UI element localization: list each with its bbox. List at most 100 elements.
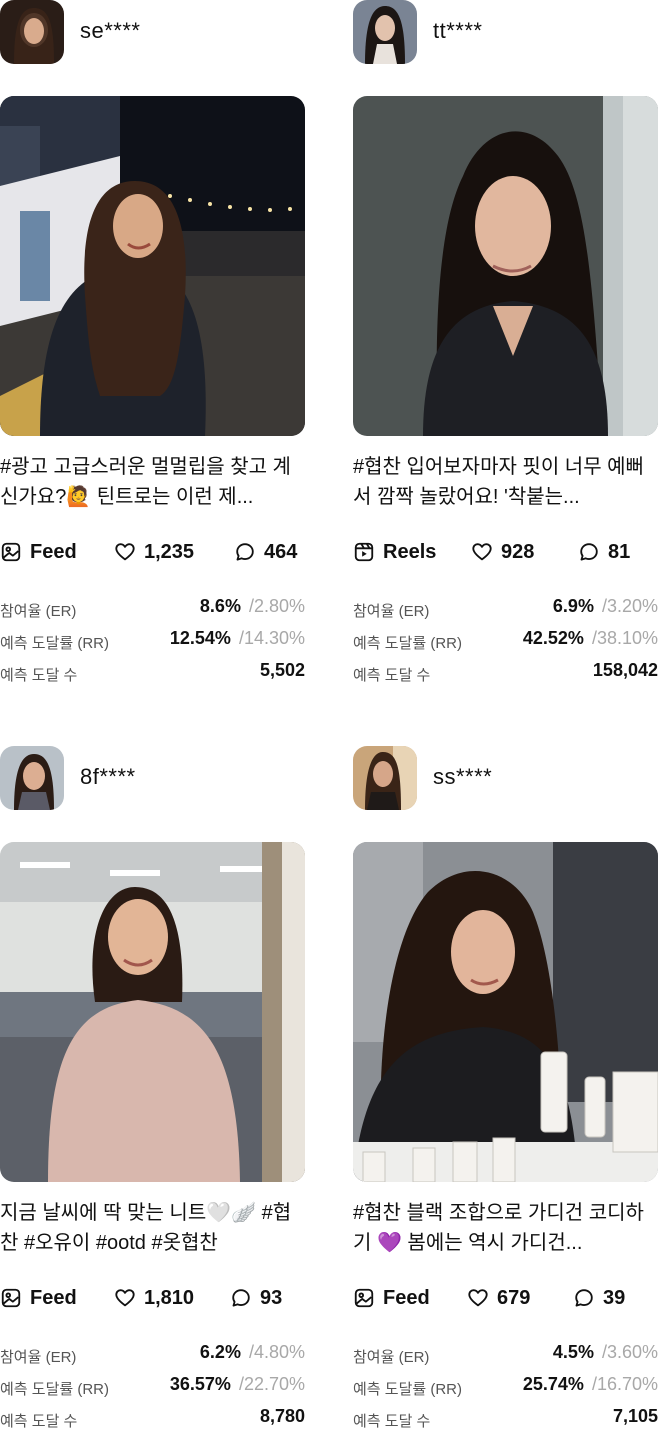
likes-count: 928 (501, 540, 535, 563)
comment-bubble-icon (573, 1287, 595, 1309)
er-average: /4.80% (248, 1342, 305, 1362)
post-type: Feed (0, 1282, 77, 1314)
heart-icon (114, 541, 136, 563)
post-image[interactable] (353, 96, 658, 436)
er-value: 6.2% (199, 1342, 241, 1362)
er-average: /3.20% (601, 596, 658, 616)
likes: 928 (471, 536, 534, 568)
post-stats: Feed 1,810 93 (0, 1282, 305, 1314)
card-header: tt**** (353, 0, 658, 64)
metric-label: 예측 도달 수 (353, 1413, 431, 1430)
reach-value: 5,502 (259, 660, 305, 680)
er-value: 4.5% (552, 1342, 594, 1362)
feed-image-icon (0, 1287, 22, 1309)
post-caption: #광고 고급스러운 멀멀립을 찾고 계신가요?🙋 틴트로는 이런 제... (0, 456, 291, 508)
username[interactable]: ss**** (433, 764, 492, 790)
post-stats: Feed 1,235 464 (0, 536, 305, 568)
likes-count: 1,235 (144, 540, 195, 563)
post-stats: Reels 928 81 (353, 536, 658, 568)
metrics: 참여율 (ER) 6.9% /3.20% 예측 도달률 (RR) 42.52% /3… (353, 596, 658, 692)
heart-icon (471, 541, 493, 563)
comments: 81 (578, 536, 630, 568)
er-average: /2.80% (248, 596, 305, 616)
reach-value: 8,780 (259, 1406, 305, 1426)
card-header: 8f**** (0, 746, 305, 810)
comments: 93 (230, 1282, 282, 1314)
post-image[interactable] (0, 842, 305, 1182)
post-image[interactable] (353, 842, 658, 1182)
metric-label: 참여율 (ER) (353, 603, 430, 620)
likes: 1,235 (114, 536, 194, 568)
likes: 679 (467, 1282, 530, 1314)
heart-icon (467, 1287, 489, 1309)
metric-label: 예측 도달 수 (353, 667, 431, 684)
metric-reach: 예측 도달 수 5,502 (0, 660, 305, 692)
metric-label: 예측 도달 수 (0, 667, 78, 684)
post-type-label: Feed (30, 1286, 77, 1309)
metric-label: 참여율 (ER) (353, 1349, 430, 1366)
er-value: 8.6% (199, 596, 241, 616)
likes-count: 1,810 (144, 1286, 195, 1309)
rr-average: /22.70% (238, 1374, 305, 1394)
avatar[interactable] (353, 0, 417, 64)
metric-rr: 예측 도달률 (RR) 36.57% /22.70% (0, 1374, 305, 1406)
rr-value: 36.57% (169, 1374, 231, 1394)
username[interactable]: 8f**** (80, 764, 136, 790)
metric-label: 예측 도달 수 (0, 1413, 78, 1430)
metrics: 참여율 (ER) 8.6% /2.80% 예측 도달률 (RR) 12.54% /1… (0, 596, 305, 692)
rr-average: /14.30% (238, 628, 305, 648)
comments-count: 81 (608, 540, 631, 563)
username[interactable]: tt**** (433, 18, 482, 44)
metric-reach: 예측 도달 수 158,042 (353, 660, 658, 692)
likes: 1,810 (114, 1282, 194, 1314)
metric-label: 예측 도달률 (RR) (0, 1381, 109, 1398)
metric-label: 참여율 (ER) (0, 1349, 77, 1366)
avatar[interactable] (0, 746, 64, 810)
post-caption: #협찬 입어보자마자 핏이 너무 예뻐서 깜짝 놀랐어요! '착붙는... (353, 456, 644, 508)
rr-average: /38.10% (591, 628, 658, 648)
metric-er: 참여율 (ER) 6.2% /4.80% (0, 1342, 305, 1374)
post-stats: Feed 679 39 (353, 1282, 658, 1314)
avatar[interactable] (353, 746, 417, 810)
metric-reach: 예측 도달 수 8,780 (0, 1406, 305, 1438)
rr-value: 12.54% (169, 628, 231, 648)
er-average: /3.60% (601, 1342, 658, 1362)
comment-bubble-icon (230, 1287, 252, 1309)
heart-icon (114, 1287, 136, 1309)
comments: 464 (234, 536, 297, 568)
post-type: Feed (0, 536, 77, 568)
likes-count: 679 (497, 1286, 531, 1309)
post-type: Feed (353, 1282, 430, 1314)
metric-rr: 예측 도달률 (RR) 25.74% /16.70% (353, 1374, 658, 1406)
rr-value: 42.52% (522, 628, 584, 648)
username[interactable]: se**** (80, 18, 140, 44)
metric-label: 예측 도달률 (RR) (0, 635, 109, 652)
metric-rr: 예측 도달률 (RR) 42.52% /38.10% (353, 628, 658, 660)
post-type-label: Reels (383, 540, 437, 563)
reach-value: 158,042 (592, 660, 658, 680)
post-type: Reels (353, 536, 436, 568)
comments-count: 464 (264, 540, 298, 563)
rr-value: 25.74% (522, 1374, 584, 1394)
feed-image-icon (0, 541, 22, 563)
rr-average: /16.70% (591, 1374, 658, 1394)
reels-icon (353, 541, 375, 563)
post-caption: 지금 날씨에 딱 맞는 니트🤍🪽 #협찬 #오유이 #ootd #옷협찬 (0, 1202, 292, 1254)
post-type-label: Feed (383, 1286, 430, 1309)
comments: 39 (573, 1282, 625, 1314)
card-header: se**** (0, 0, 305, 64)
metric-er: 참여율 (ER) 8.6% /2.80% (0, 596, 305, 628)
feed-image-icon (353, 1287, 375, 1309)
comment-bubble-icon (234, 541, 256, 563)
metric-er: 참여율 (ER) 4.5% /3.60% (353, 1342, 658, 1374)
metric-label: 예측 도달률 (RR) (353, 1381, 462, 1398)
metric-er: 참여율 (ER) 6.9% /3.20% (353, 596, 658, 628)
metric-label: 참여율 (ER) (0, 603, 77, 620)
avatar[interactable] (0, 0, 64, 64)
metrics: 참여율 (ER) 6.2% /4.80% 예측 도달률 (RR) 36.57% /2… (0, 1342, 305, 1438)
card-header: ss**** (353, 746, 658, 810)
post-caption: #협찬 블랙 조합으로 가디건 코디하기 💜 봄에는 역시 가디건... (353, 1202, 644, 1254)
comments-count: 93 (260, 1286, 283, 1309)
post-image[interactable] (0, 96, 305, 436)
comments-count: 39 (603, 1286, 626, 1309)
